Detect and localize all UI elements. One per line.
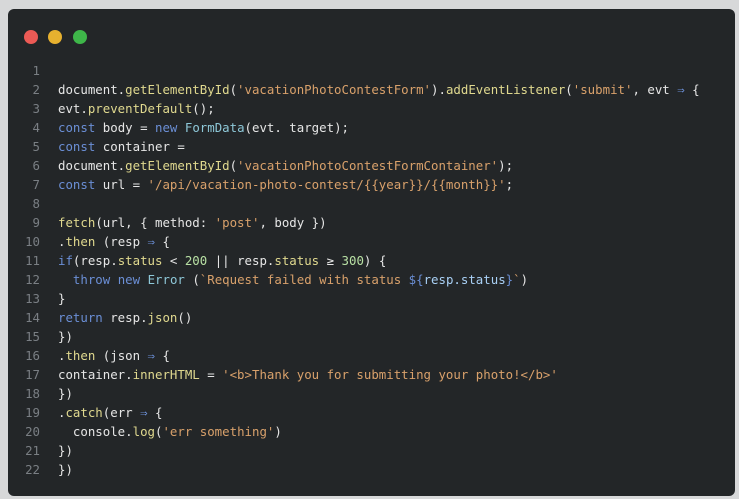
code-line: 4 const body = new FormData(evt. target); xyxy=(8,118,735,137)
line-number: 1 xyxy=(32,63,40,78)
line-number: 4 xyxy=(32,120,40,135)
line-number: 10 xyxy=(25,234,40,249)
code-line: 1 xyxy=(8,61,735,80)
code-line: 11 if(resp.status < 200 || resp.status ≥ … xyxy=(8,251,735,270)
line-number: 17 xyxy=(25,367,40,382)
line-number: 13 xyxy=(25,291,40,306)
code-text: }) xyxy=(58,443,73,458)
code-line: 2 document.getElementById('vacationPhotoC… xyxy=(8,80,735,99)
line-number: 12 xyxy=(25,272,40,287)
line-number: 9 xyxy=(32,215,40,230)
line-number: 21 xyxy=(25,443,40,458)
code-text: if(resp.status < 200 || resp.status ≥ 30… xyxy=(58,253,387,268)
line-number: 6 xyxy=(32,158,40,173)
zoom-window-button[interactable] xyxy=(73,30,87,44)
code-line: 15}) xyxy=(8,327,735,346)
code-text: }) xyxy=(58,386,73,401)
line-number: 14 xyxy=(25,310,40,325)
title-bar xyxy=(8,9,735,65)
line-number: 20 xyxy=(25,424,40,439)
code-window: 1 2 document.getElementById('vacationPhoto… xyxy=(8,9,735,496)
code-text: .then (resp ⇒ { xyxy=(58,234,170,249)
line-number: 7 xyxy=(32,177,40,192)
code-line: 19 .catch(err ⇒ { xyxy=(8,403,735,422)
code-text: const body = new FormData(evt. target); xyxy=(58,120,349,135)
code-line: 18}) xyxy=(8,384,735,403)
code-line: 20 console.log('err something') xyxy=(8,422,735,441)
line-number: 16 xyxy=(25,348,40,363)
line-number: 8 xyxy=(32,196,40,211)
line-number: 15 xyxy=(25,329,40,344)
line-number: 5 xyxy=(32,139,40,154)
code-text: document.getElementById('vacationPhotoCo… xyxy=(58,82,700,97)
code-text: .then (json ⇒ { xyxy=(58,348,170,363)
code-text: document.getElementById('vacationPhotoCo… xyxy=(58,158,514,173)
code-line: 12 throw new Error (`Request failed with… xyxy=(8,270,735,289)
code-block[interactable]: 1 2 document.getElementById('vacationPhoto… xyxy=(8,61,735,479)
code-text: } xyxy=(58,291,66,306)
code-text: container.innerHTML = '<b>Thank you for … xyxy=(58,367,558,382)
line-number: 19 xyxy=(25,405,40,420)
code-line: 3 evt.preventDefault(); xyxy=(8,99,735,118)
code-text: }) xyxy=(58,462,73,477)
code-text: const container = xyxy=(58,139,185,154)
code-line: 13} xyxy=(8,289,735,308)
code-line: 5 const container = xyxy=(8,137,735,156)
code-line: 21}) xyxy=(8,441,735,460)
code-line: 16 .then (json ⇒ { xyxy=(8,346,735,365)
code-line: 10 .then (resp ⇒ { xyxy=(8,232,735,251)
code-line: 9 fetch(url, { method: 'post', body }) xyxy=(8,213,735,232)
code-text: }) xyxy=(58,329,73,344)
code-line: 17 container.innerHTML = '<b>Thank you fo… xyxy=(8,365,735,384)
line-number: 22 xyxy=(25,462,40,477)
code-line: 22}) xyxy=(8,460,735,479)
line-number: 3 xyxy=(32,101,40,116)
line-number: 18 xyxy=(25,386,40,401)
code-text: return resp.json() xyxy=(58,310,193,325)
line-number: 11 xyxy=(25,253,40,268)
code-text: throw new Error (`Request failed with st… xyxy=(72,272,529,287)
line-number: 2 xyxy=(32,82,40,97)
code-text: .catch(err ⇒ { xyxy=(58,405,163,420)
code-text: fetch(url, { method: 'post', body }) xyxy=(58,215,327,230)
code-line: 6 document.getElementById('vacationPhotoC… xyxy=(8,156,735,175)
code-text: console.log('err something') xyxy=(58,424,282,439)
minimize-window-button[interactable] xyxy=(48,30,62,44)
code-text: evt.preventDefault(); xyxy=(58,101,215,116)
code-line: 14 return resp.json() xyxy=(8,308,735,327)
code-line: 8 xyxy=(8,194,735,213)
close-window-button[interactable] xyxy=(24,30,38,44)
code-line: 7 const url = '/api/vacation-photo-contes… xyxy=(8,175,735,194)
code-text: const url = '/api/vacation-photo-contest… xyxy=(58,177,514,192)
